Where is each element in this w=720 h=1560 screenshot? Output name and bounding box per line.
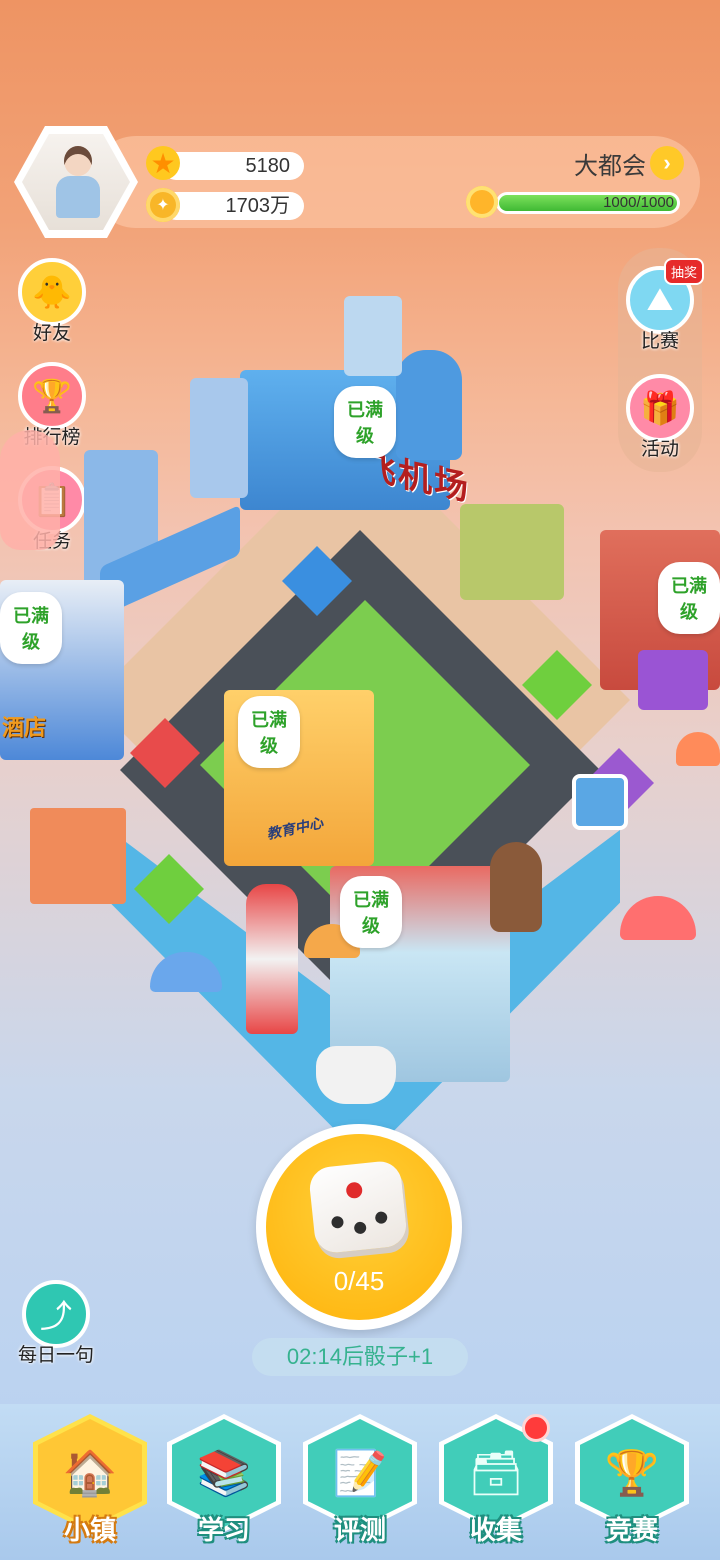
friends-label: 好友 (32, 323, 71, 344)
stars-value: 5180 (245, 155, 291, 177)
tab-compete[interactable]: 🏆 竞赛 (572, 1414, 692, 1554)
friends-button[interactable]: 🐥 好友 (14, 258, 90, 345)
shop-maxed-badge: 已满级 (340, 876, 402, 948)
purple-house (638, 650, 708, 710)
dice-icon (307, 1159, 409, 1255)
education-maxed-badge: 已满级 (238, 696, 300, 768)
dice-count: 0/45 (333, 1266, 385, 1296)
gift-icon: 🎁 (626, 374, 694, 442)
events-label: 活动 (640, 439, 679, 460)
coin-icon: ✦ (146, 188, 180, 222)
avatar-head (64, 146, 92, 176)
city-name[interactable]: 大都会 (574, 146, 646, 181)
share-icon: ⤴ (22, 1280, 90, 1348)
contest-label: 比赛 (640, 331, 679, 352)
tab-town[interactable]: 🏠 小镇 (30, 1414, 150, 1554)
level-progress-text: 1000/1000 (603, 194, 674, 211)
tab-compete-label: 竞赛 (605, 1515, 658, 1545)
friends-icon: 🐥 (18, 258, 86, 326)
tab-town-label: 小镇 (63, 1515, 116, 1545)
dice-refill-timer: 02:14后骰子+1 (252, 1338, 468, 1376)
tab-test-label: 评测 (333, 1515, 386, 1545)
lighthouse (246, 884, 298, 1034)
beach-umbrella-2 (620, 896, 696, 940)
collect-notification-dot (522, 1414, 550, 1442)
tower-building (344, 296, 402, 376)
stadium-maxed-badge: 已满级 (658, 562, 720, 634)
boat (316, 1046, 396, 1104)
ranking-icon: 🏆 (18, 362, 86, 430)
coins-counter: 1703万 (162, 192, 304, 220)
medal-icon (466, 186, 498, 218)
star-icon: ★ (146, 146, 180, 180)
hotel-maxed-badge: 已满级 (0, 592, 62, 664)
beach-umbrella-3 (676, 732, 720, 766)
chevron-right-icon: › (663, 150, 671, 175)
airport-maxed-badge: 已满级 (334, 386, 396, 458)
skyscraper-1 (190, 378, 248, 498)
events-button[interactable]: 🎁 活动 (622, 374, 698, 461)
daily-sentence-label: 每日一句 (18, 1345, 95, 1366)
player-character (490, 842, 542, 932)
coins-value: 1703万 (225, 195, 291, 217)
stars-counter: 5180 (162, 152, 304, 180)
control-tower (396, 350, 462, 460)
city-arrow-button[interactable]: › (650, 146, 684, 180)
shop-building (460, 504, 564, 600)
hotel-sign: 酒店 (2, 715, 47, 740)
tab-study-label: 学习 (197, 1515, 250, 1545)
daily-sentence-button[interactable]: ⤴ 每日一句 (18, 1280, 94, 1367)
cottage (30, 808, 126, 904)
avatar-body (56, 176, 100, 218)
tab-collect-label: 收集 (469, 1515, 522, 1545)
tab-test[interactable]: 📝 评测 (300, 1414, 420, 1554)
hot-air-balloon (0, 430, 60, 550)
lottery-badge: 抽奖 (664, 258, 705, 285)
billboard (572, 774, 628, 830)
tab-study[interactable]: 📚 学习 (164, 1414, 284, 1554)
